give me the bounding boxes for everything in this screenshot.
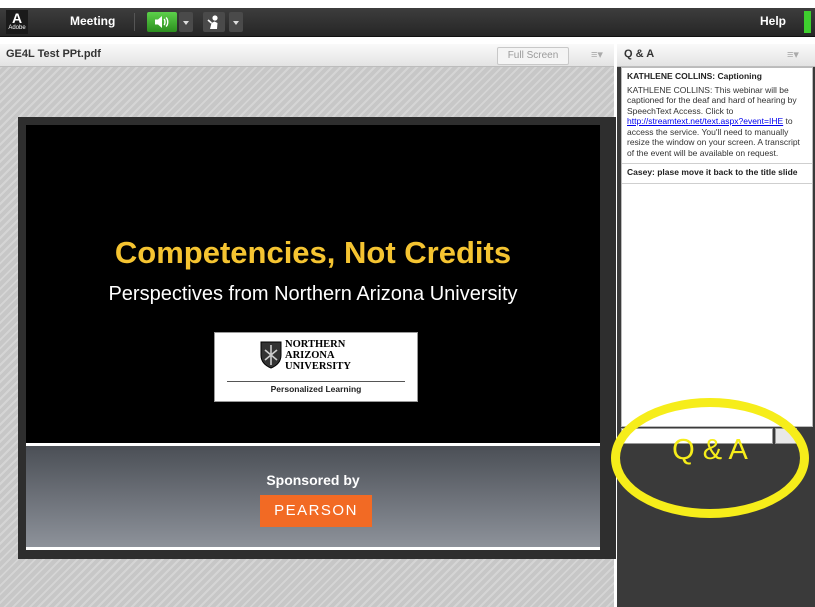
qa-pod-header: Q & A ≡▾: [617, 44, 815, 67]
menu-separator: [134, 13, 135, 31]
adobe-logo: A Adobe: [6, 10, 28, 34]
nau-line-1: NORTHERN: [285, 339, 346, 350]
audio-button[interactable]: [147, 12, 177, 32]
logo-divider: [227, 381, 405, 382]
share-stage: Competencies, Not Credits Perspectives f…: [0, 67, 616, 607]
presenter-dropdown-chevron-down-icon[interactable]: [229, 12, 243, 32]
share-pod: GE4L Test PPt.pdf Full Screen ≡▾ Compete…: [0, 44, 616, 607]
audio-dropdown-chevron-down-icon[interactable]: [179, 12, 193, 32]
presenter-button[interactable]: [203, 12, 225, 32]
nau-logo: NORTHERN ARIZONA UNIVERSITY Personalized…: [214, 332, 418, 402]
streamtext-link[interactable]: http://streamtext.net/text.aspx?event=IH…: [627, 116, 783, 126]
adobe-logo-letter: A: [11, 10, 23, 26]
slide-title-area: Competencies, Not Credits Perspectives f…: [26, 125, 600, 443]
qa-annotation-ellipse: Q & A: [611, 398, 809, 518]
qa-pod: Q & A ≡▾ KATHLENE COLLINS: Captioning KA…: [617, 44, 815, 607]
qa-question: KATHLENE COLLINS: Captioning: [627, 71, 762, 81]
qa-list-item[interactable]: Casey: plase move it back to the title s…: [622, 164, 812, 184]
top-menu-bar: A Adobe Meeting Help: [0, 8, 815, 37]
slide-title: Competencies, Not Credits: [114, 235, 512, 270]
pearson-logo: PEARSON: [260, 495, 372, 527]
qa-question-list[interactable]: KATHLENE COLLINS: Captioning KATHLENE CO…: [621, 67, 813, 427]
nau-tagline: Personalized Learning: [270, 384, 362, 394]
adobe-logo-word: Adobe: [8, 25, 26, 31]
qa-pod-title: Q & A: [624, 48, 655, 60]
presenter-icon: [207, 15, 218, 29]
nau-shield-icon: [260, 341, 282, 369]
slide: Competencies, Not Credits Perspectives f…: [18, 117, 616, 559]
connection-status-indicator: [804, 11, 811, 33]
full-screen-button[interactable]: Full Screen: [497, 47, 569, 65]
speaker-icon: [155, 16, 169, 28]
qa-answer: KATHLENE COLLINS: This webinar will be c…: [627, 85, 807, 159]
slide-bottom-divider: [26, 547, 600, 550]
qa-list-item[interactable]: KATHLENE COLLINS: Captioning KATHLENE CO…: [622, 68, 812, 164]
pod-options-menu-icon[interactable]: ≡▾: [787, 48, 799, 61]
sponsored-by-label: Sponsored by: [266, 472, 360, 488]
nau-line-3: UNIVERSITY: [285, 361, 351, 372]
slide-subtitle: Perspectives from Northern Arizona Unive…: [108, 283, 518, 305]
qa-annotation-label: Q & A: [672, 434, 748, 466]
help-menu[interactable]: Help: [760, 14, 786, 28]
nau-line-2: ARIZONA: [285, 350, 335, 361]
meeting-menu[interactable]: Meeting: [70, 14, 115, 28]
qa-answer-text: KATHLENE COLLINS: This webinar will be c…: [627, 84, 797, 116]
nau-wordmark: NORTHERN ARIZONA UNIVERSITY: [285, 339, 351, 372]
share-pod-header: GE4L Test PPt.pdf Full Screen ≡▾: [0, 44, 614, 67]
share-pod-title: GE4L Test PPt.pdf: [6, 48, 101, 60]
pod-options-menu-icon[interactable]: ≡▾: [591, 48, 603, 61]
slide-sponsor-area: Sponsored by PEARSON: [26, 446, 600, 547]
qa-question: Casey: plase move it back to the title s…: [627, 167, 798, 177]
